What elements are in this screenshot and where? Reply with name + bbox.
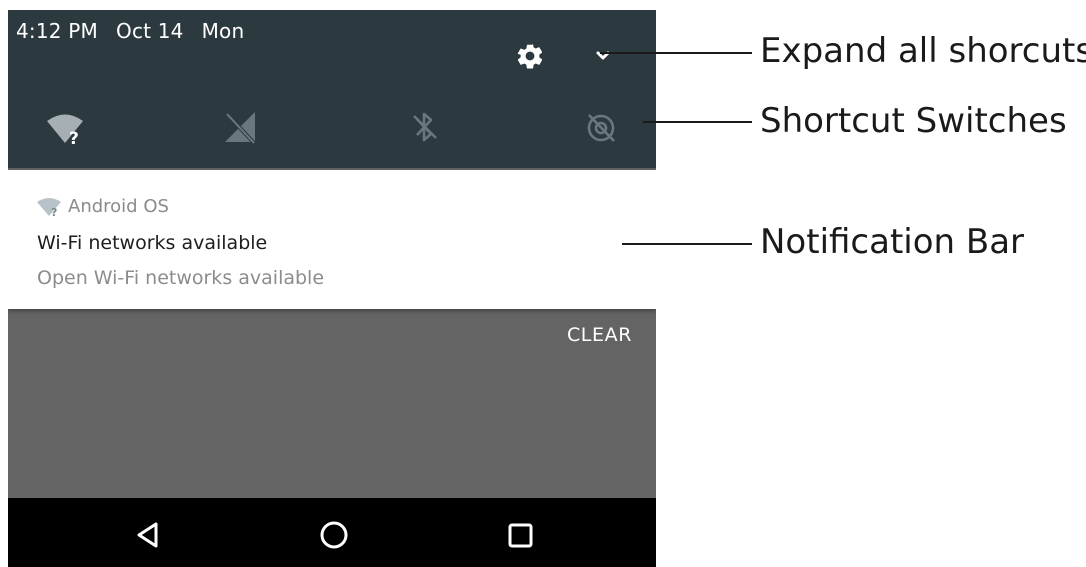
bluetooth-off-icon — [413, 112, 437, 142]
callout-line-expand — [600, 52, 752, 54]
callout-line-notification — [622, 243, 752, 245]
callout-label-expand: Expand all shorcuts — [760, 31, 1086, 71]
status-time: 4:12 PM — [16, 19, 98, 43]
recents-icon — [508, 523, 533, 548]
home-icon — [320, 521, 348, 549]
status-bar: 4:12 PM Oct 14 Mon — [16, 19, 262, 43]
qs-tile-location[interactable] — [581, 107, 621, 147]
location-off-icon — [587, 114, 615, 142]
svg-text:?: ? — [51, 206, 57, 217]
navigation-bar — [8, 498, 656, 567]
notification-card[interactable]: ? Android OS Wi-Fi networks available Op… — [8, 170, 656, 309]
mobile-data-off-icon — [225, 112, 257, 146]
svg-text:?: ? — [69, 129, 79, 147]
settings-button[interactable] — [515, 41, 545, 71]
status-date: Oct 14 — [116, 19, 184, 43]
callout-line-switches — [643, 121, 752, 123]
chevron-down-icon — [596, 51, 610, 60]
callout-label-notification: Notification Bar — [760, 222, 1025, 262]
notification-app-name: Android OS — [68, 195, 169, 217]
gear-icon — [517, 44, 543, 69]
notification-title: Wi-Fi networks available — [37, 232, 268, 254]
home-button[interactable] — [317, 518, 351, 552]
qs-tile-bluetooth[interactable] — [405, 107, 445, 147]
qs-tile-mobile-data[interactable] — [221, 107, 261, 147]
clear-all-button[interactable]: CLEAR — [567, 324, 632, 346]
expand-shortcuts-button[interactable] — [588, 41, 618, 71]
notification-app-row: ? Android OS — [36, 194, 169, 218]
callout-label-switches: Shortcut Switches — [760, 101, 1067, 141]
notification-shade-header: 4:12 PM Oct 14 Mon ? — [8, 10, 656, 168]
recents-button[interactable] — [503, 518, 537, 552]
status-day: Mon — [201, 19, 245, 43]
qs-tile-wifi[interactable]: ? — [45, 107, 85, 149]
back-icon — [137, 522, 158, 548]
back-button[interactable] — [132, 518, 166, 552]
wifi-unknown-icon: ? — [37, 198, 61, 217]
notification-text: Open Wi-Fi networks available — [37, 267, 325, 289]
wifi-unknown-icon: ? — [47, 114, 83, 149]
phone-screen: 4:12 PM Oct 14 Mon ? ? Android OS Wi-Fi … — [8, 10, 656, 567]
